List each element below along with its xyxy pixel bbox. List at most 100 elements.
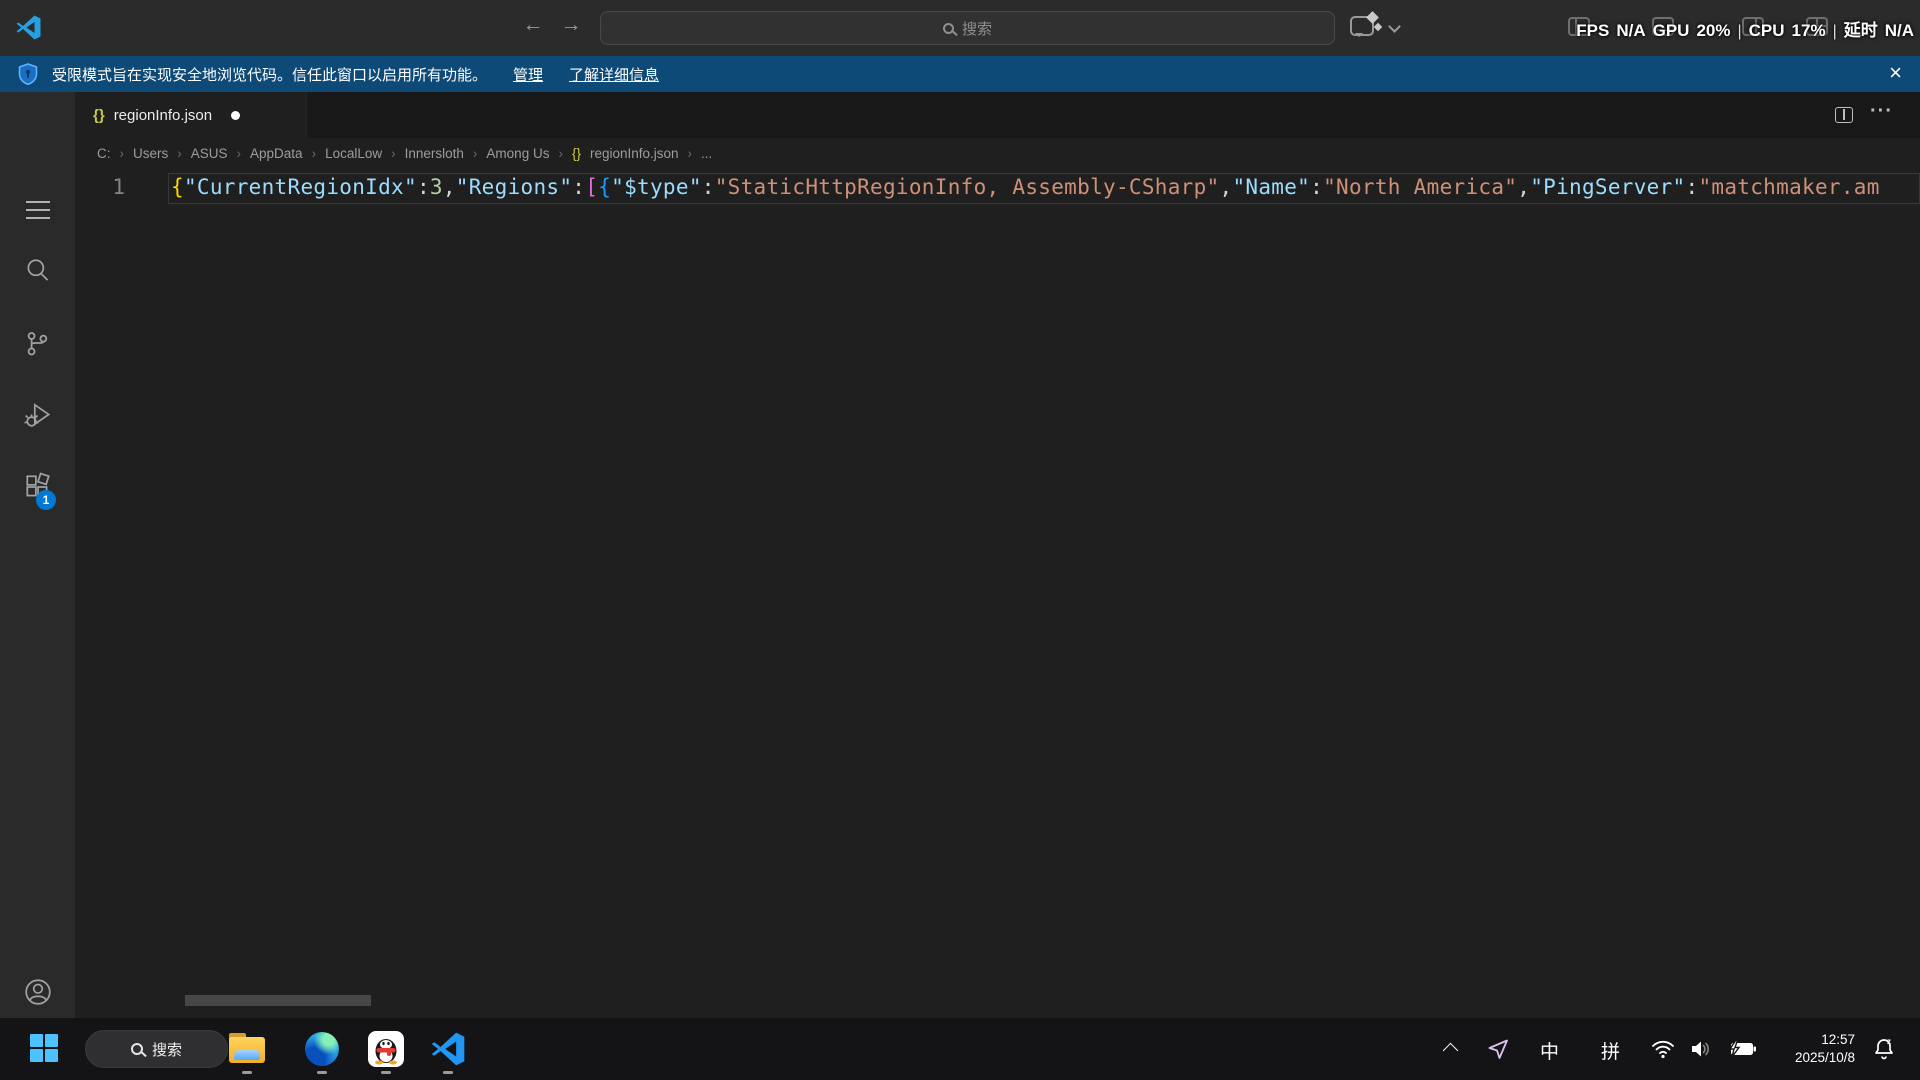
qq-icon[interactable] — [368, 1031, 404, 1067]
banner-close-icon[interactable]: × — [1889, 58, 1902, 88]
sparkle-icon — [1374, 23, 1382, 31]
search-icon — [131, 1043, 143, 1055]
running-indicator — [443, 1071, 453, 1074]
code-token: "PingServer" — [1530, 175, 1685, 199]
vscode-logo-icon — [16, 15, 41, 40]
code-line[interactable]: {"CurrentRegionIdx":3,"Regions":[{"$type… — [171, 175, 1920, 199]
code-token: "Name" — [1232, 175, 1310, 199]
run-debug-icon[interactable] — [23, 400, 53, 430]
wifi-icon[interactable] — [1651, 1039, 1675, 1059]
breadcrumb-item[interactable]: › — [120, 146, 125, 161]
breadcrumb-item[interactable]: {} — [572, 146, 581, 161]
edge-browser-icon[interactable] — [305, 1032, 339, 1066]
clock[interactable]: 12:57 2025/10/8 — [1745, 1031, 1855, 1067]
code-token: : — [417, 175, 430, 199]
horizontal-scrollbar[interactable] — [185, 995, 371, 1006]
source-control-icon[interactable] — [23, 329, 53, 359]
chevron-down-icon[interactable] — [1388, 20, 1401, 33]
gpu-value: 20% — [1696, 21, 1730, 41]
breadcrumb-item[interactable]: regionInfo.json — [590, 146, 679, 161]
activity-bar: 1 — [0, 92, 75, 1018]
clock-time: 12:57 — [1745, 1031, 1855, 1049]
overlay-separator: | — [1737, 23, 1741, 41]
forward-arrow-button[interactable]: → — [556, 13, 586, 37]
code-token: "StaticHttpRegionInfo, Assembly-CSharp" — [715, 175, 1220, 199]
code-token: "CurrentRegionIdx" — [184, 175, 417, 199]
taskbar-search[interactable]: 搜索 — [85, 1030, 228, 1068]
running-indicator — [317, 1071, 327, 1074]
location-arrow-icon[interactable] — [1486, 1037, 1510, 1061]
code-token: "$type" — [611, 175, 702, 199]
latency-value: N/A — [1885, 21, 1914, 41]
tab-modified-dot[interactable] — [231, 111, 240, 120]
taskbar-search-label: 搜索 — [152, 1039, 182, 1060]
breadcrumb-item[interactable]: › — [688, 146, 693, 161]
code-token: 3 — [430, 175, 443, 199]
code-token: : — [1686, 175, 1699, 199]
running-indicator — [381, 1071, 391, 1074]
code-token: , — [1517, 175, 1530, 199]
manage-link[interactable]: 管理 — [513, 64, 543, 85]
tab-file-name: regionInfo.json — [114, 107, 212, 124]
breadcrumb-item[interactable]: › — [237, 146, 242, 161]
copilot-icon[interactable] — [1350, 16, 1374, 36]
start-button[interactable] — [30, 1034, 58, 1062]
ime-layout-indicator[interactable]: 拼 — [1601, 1037, 1620, 1064]
code-token: : — [572, 175, 585, 199]
more-actions-icon[interactable]: ··· — [1870, 100, 1893, 123]
split-editor-icon[interactable] — [1835, 107, 1853, 123]
breadcrumb-item[interactable]: Innersloth — [405, 146, 464, 161]
clock-date: 2025/10/8 — [1745, 1049, 1855, 1067]
restricted-mode-banner: 受限模式旨在实现安全地浏览代码。信任此窗口以启用所有功能。 管理 了解详细信息 — [0, 56, 1920, 92]
gpu-label: GPU — [1653, 21, 1690, 41]
fps-label: FPS — [1576, 21, 1609, 41]
breadcrumb-item[interactable]: Among Us — [486, 146, 549, 161]
vscode-taskbar-icon[interactable] — [431, 1032, 465, 1066]
code-token: , — [443, 175, 456, 199]
taskbar: 搜索 — [0, 1018, 1920, 1080]
breadcrumb-item[interactable]: LocalLow — [325, 146, 382, 161]
back-arrow-button[interactable]: ← — [518, 13, 548, 37]
editor-area[interactable]: 1 {"CurrentRegionIdx":3,"Regions":[{"$ty… — [75, 168, 1920, 1018]
banner-message: 受限模式旨在实现安全地浏览代码。信任此窗口以启用所有功能。 — [52, 64, 487, 85]
breadcrumb-item[interactable]: › — [177, 146, 182, 161]
ime-mode-indicator[interactable]: 中 — [1540, 1037, 1559, 1064]
breadcrumb-item[interactable]: ASUS — [191, 146, 228, 161]
code-token: { — [598, 175, 611, 199]
breadcrumb-item[interactable]: ... — [701, 146, 712, 161]
tab-regioninfo-json[interactable]: {} regionInfo.json — [75, 92, 307, 138]
breadcrumb-item[interactable]: C: — [97, 146, 111, 161]
cpu-label: CPU — [1749, 21, 1785, 41]
breadcrumb-item[interactable]: › — [473, 146, 478, 161]
learn-more-link[interactable]: 了解详细信息 — [569, 64, 659, 85]
json-file-icon: {} — [93, 107, 105, 124]
account-icon[interactable] — [23, 977, 53, 1007]
breadcrumb-item[interactable]: › — [312, 146, 317, 161]
code-token: : — [702, 175, 715, 199]
cpu-value: 17% — [1792, 21, 1826, 41]
breadcrumb-item[interactable]: Users — [133, 146, 168, 161]
code-token: [ — [585, 175, 598, 199]
file-explorer-icon[interactable] — [229, 1033, 265, 1063]
search-icon — [943, 23, 954, 34]
speaker-icon[interactable] — [1690, 1039, 1712, 1059]
breadcrumb: C: › Users › ASUS › AppData › LocalLow › Innerslot… — [75, 138, 1920, 168]
line-number: 1 — [95, 175, 125, 199]
fps-value: N/A — [1616, 21, 1645, 41]
menu-hamburger-icon[interactable] — [26, 201, 50, 225]
search-view-icon[interactable] — [23, 256, 53, 286]
breadcrumb-item[interactable]: › — [391, 146, 396, 161]
breadcrumb-item[interactable]: › — [558, 146, 563, 161]
code-token: : — [1310, 175, 1323, 199]
title-bar: ← → 搜索 FPS N/A GPU 20% | CPU 17% | 延时 N/… — [0, 0, 1920, 56]
code-token: , — [1220, 175, 1233, 199]
command-center-search[interactable]: 搜索 — [600, 11, 1335, 45]
notification-bell-dnd-icon[interactable]: z — [1872, 1037, 1896, 1061]
editor-tab-bar: {} regionInfo.json ··· — [75, 92, 1920, 138]
tray-overflow-chevron-icon[interactable] — [1443, 1043, 1459, 1059]
overlay-separator: | — [1833, 23, 1837, 41]
code-token: "Regions" — [456, 175, 573, 199]
breadcrumb-item[interactable]: AppData — [250, 146, 303, 161]
running-indicator — [242, 1071, 252, 1074]
search-placeholder: 搜索 — [962, 18, 992, 39]
